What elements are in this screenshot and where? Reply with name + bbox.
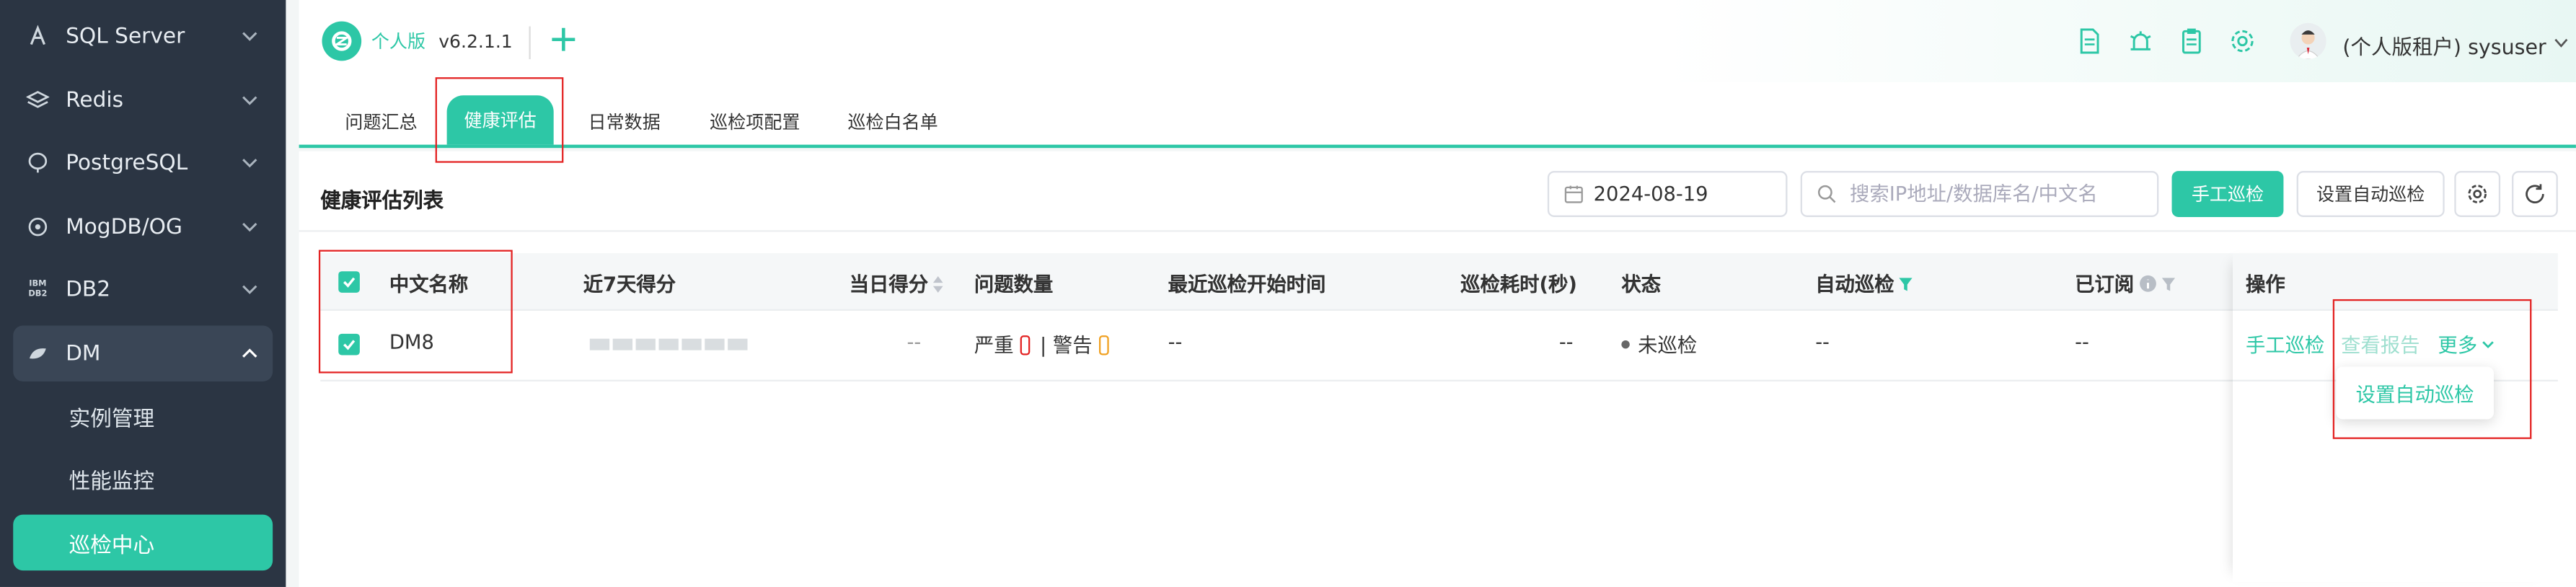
db2-icon-text: IBM DB2 bbox=[28, 279, 48, 299]
table-header: 中文名称 近7天得分 当日得分 问题数量 最近巡检开始时间 巡检耗时(秒) 状态… bbox=[320, 253, 2558, 311]
logo: 个人版 v6.2.1.1 bbox=[322, 21, 513, 61]
filter-icon[interactable] bbox=[1897, 275, 1914, 292]
today-score: -- bbox=[907, 330, 922, 354]
sidebar-subitem-inspection[interactable]: 巡检中心 bbox=[13, 514, 273, 571]
chevron-down-icon bbox=[242, 159, 257, 168]
sort-icon bbox=[932, 275, 943, 292]
search-icon bbox=[1817, 185, 1836, 203]
alarm-icon[interactable] bbox=[2126, 26, 2156, 56]
chevron-down-icon bbox=[242, 96, 257, 105]
search-input[interactable] bbox=[1846, 180, 2149, 208]
sidebar-item-postgresql[interactable]: PostgreSQL bbox=[13, 135, 273, 191]
column-header: 状态 bbox=[1621, 273, 1662, 296]
date-picker[interactable]: 2024-08-19 bbox=[1547, 171, 1788, 217]
dm-icon bbox=[23, 339, 53, 368]
column-header: 近7天得分 bbox=[583, 273, 676, 296]
refresh-button[interactable] bbox=[2512, 171, 2558, 217]
status: 未巡检 bbox=[1621, 330, 1697, 358]
mogdb-icon bbox=[23, 212, 53, 242]
sidebar-item-label: SQL Server bbox=[66, 24, 185, 49]
table-settings-button[interactable] bbox=[2454, 171, 2501, 217]
db2-icon: IBM DB2 bbox=[23, 275, 53, 304]
chevron-down-icon bbox=[242, 285, 257, 294]
sidebar-subitem-performance[interactable]: 性能监控 bbox=[13, 451, 273, 507]
score-bars bbox=[589, 332, 748, 350]
sidebar-item-mogdb[interactable]: MogDB/OG bbox=[13, 199, 273, 255]
chevron-down-icon[interactable] bbox=[2553, 35, 2570, 51]
filter-icon[interactable] bbox=[2161, 275, 2177, 292]
calendar-icon bbox=[1564, 185, 1583, 203]
highlight-box bbox=[318, 250, 513, 374]
subscribed-value: -- bbox=[2075, 330, 2089, 354]
sidebar-item-redis[interactable]: Redis bbox=[13, 72, 273, 128]
version-label: v6.2.1.1 bbox=[438, 30, 513, 52]
header-icons bbox=[2075, 26, 2257, 56]
chevron-down-icon bbox=[242, 223, 257, 232]
sidebar-item-label: PostgreSQL bbox=[66, 150, 188, 175]
logo-icon bbox=[322, 21, 362, 61]
section-title: 健康评估列表 bbox=[320, 187, 444, 213]
column-header-filterable[interactable]: 已订阅 bbox=[2075, 270, 2176, 298]
sqlserver-icon bbox=[23, 22, 53, 51]
sidebar-item-db2[interactable]: IBM DB2 DB2 bbox=[13, 262, 273, 318]
postgresql-icon bbox=[23, 148, 53, 177]
sidebar-item-label: DM bbox=[66, 341, 101, 366]
last-start-time: -- bbox=[1168, 330, 1183, 354]
settings-icon[interactable] bbox=[2228, 26, 2257, 56]
refresh-icon bbox=[2526, 184, 2544, 203]
column-header: 最近巡检开始时间 bbox=[1168, 273, 1326, 296]
warning-count-badge bbox=[1098, 334, 1109, 355]
status-dot bbox=[1621, 340, 1630, 349]
column-header: 问题数量 bbox=[974, 273, 1054, 296]
tab-issue-summary[interactable]: 问题汇总 bbox=[345, 108, 417, 134]
gear-icon bbox=[2468, 185, 2487, 203]
severe-label: 严重 bbox=[974, 333, 1014, 357]
duration: -- bbox=[1558, 330, 1574, 354]
info-icon[interactable] bbox=[2139, 275, 2157, 293]
user-name[interactable]: (个人版租户) sysuser bbox=[2342, 30, 2546, 61]
sidebar: SQL Server Redis PostgreSQL MogDB/OG IBM… bbox=[0, 0, 286, 587]
set-auto-inspection-button[interactable]: 设置自动巡检 bbox=[2296, 171, 2445, 217]
tab-whitelist[interactable]: 巡检白名单 bbox=[847, 108, 938, 134]
chevron-up-icon bbox=[242, 348, 257, 358]
severe-count-badge bbox=[1020, 334, 1031, 355]
date-value: 2024-08-19 bbox=[1593, 182, 1708, 206]
header-divider bbox=[529, 26, 531, 60]
search-box[interactable] bbox=[1800, 171, 2159, 217]
sidebar-subitem-label: 实例管理 bbox=[69, 407, 155, 432]
divider bbox=[299, 230, 2576, 232]
table-row[interactable]: DM8 -- 严重 | 警告 -- -- 未巡检 -- -- 手工巡检 查看报告… bbox=[320, 311, 2558, 381]
sidebar-item-label: MogDB/OG bbox=[66, 214, 182, 239]
tab-inspection-config[interactable]: 巡检项配置 bbox=[710, 108, 800, 134]
highlight-box bbox=[435, 77, 564, 163]
document-icon[interactable] bbox=[2075, 26, 2104, 56]
warning-label: | 警告 bbox=[1040, 333, 1093, 357]
auto-inspection-value: -- bbox=[1815, 330, 1830, 354]
column-header-filterable[interactable]: 自动巡检 bbox=[1815, 270, 1914, 298]
tab-daily-data[interactable]: 日常数据 bbox=[588, 108, 661, 134]
sidebar-item-label: Redis bbox=[66, 87, 124, 113]
sidebar-subitem-label: 巡检中心 bbox=[69, 533, 155, 559]
tab-bar: 问题汇总 健康评估 日常数据 巡检项配置 巡检白名单 bbox=[299, 82, 2576, 149]
top-header: 个人版 v6.2.1.1 (个人版租户) sysuser bbox=[299, 0, 2576, 82]
sidebar-item-sqlserver[interactable]: SQL Server bbox=[13, 8, 273, 64]
sidebar-item-dm[interactable]: DM bbox=[13, 325, 273, 381]
clipboard-icon[interactable] bbox=[2176, 26, 2206, 56]
main-content: 健康评估列表 2024-08-19 手工巡检 设置自动巡检 中文名称 近7天得分 bbox=[299, 151, 2576, 587]
column-header: 巡检耗时(秒) bbox=[1460, 273, 1577, 296]
chevron-down-icon bbox=[242, 32, 257, 41]
issue-count: 严重 | 警告 bbox=[974, 330, 1119, 358]
avatar[interactable] bbox=[2290, 22, 2326, 60]
sidebar-subitem-label: 性能监控 bbox=[69, 469, 155, 495]
sidebar-item-label: DB2 bbox=[66, 277, 111, 302]
status-text: 未巡检 bbox=[1638, 333, 1698, 357]
edition-label: 个人版 bbox=[371, 31, 426, 53]
highlight-box bbox=[2332, 299, 2532, 439]
column-header-sortable[interactable]: 当日得分 bbox=[850, 270, 945, 298]
manual-inspection-button[interactable]: 手工巡检 bbox=[2171, 171, 2284, 217]
add-icon[interactable] bbox=[547, 23, 581, 56]
redis-icon bbox=[23, 86, 53, 115]
sidebar-subitem-instance[interactable]: 实例管理 bbox=[13, 388, 273, 444]
